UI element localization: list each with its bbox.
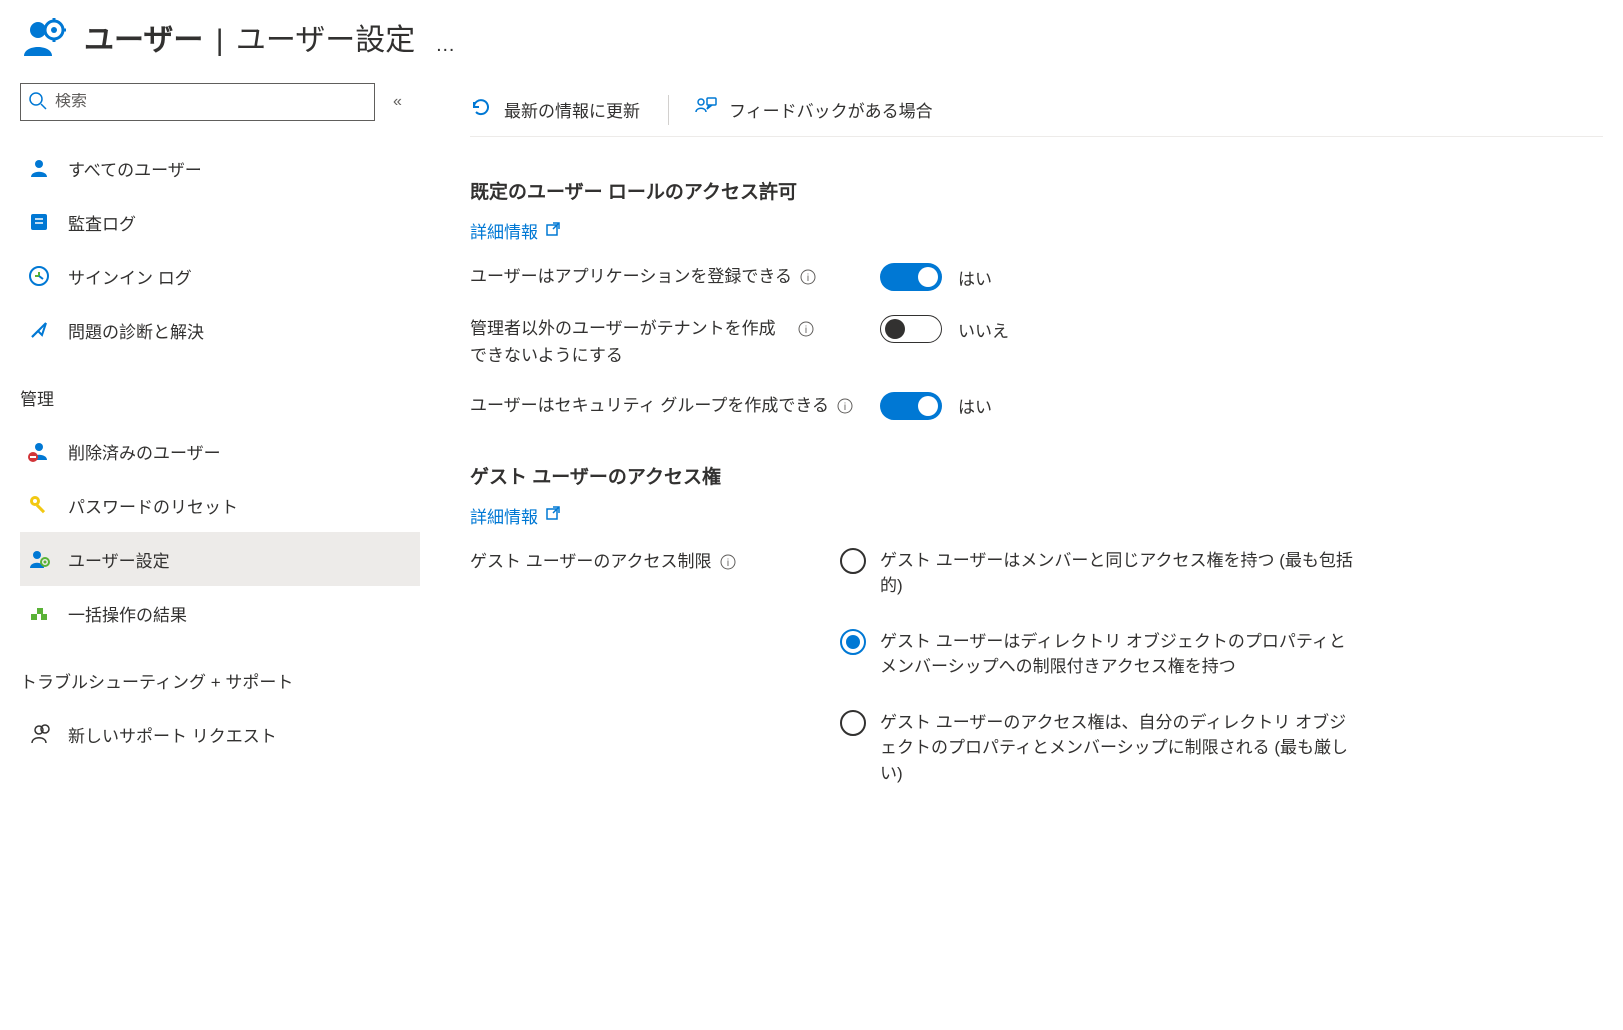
radio-option-same-as-members[interactable]: ゲスト ユーザーはメンバーと同じアクセス権を持つ (最も包括的)	[840, 548, 1360, 599]
toolbar: 最新の情報に更新 フィードバックがある場合	[470, 83, 1603, 137]
sidebar-item-label: ユーザー設定	[68, 547, 170, 572]
radio-icon	[840, 710, 866, 736]
setting-label-text: ユーザーはセキュリティ グループを作成できる	[470, 392, 829, 419]
deleted-user-icon	[26, 438, 52, 464]
setting-restrict-tenant-create: 管理者以外のユーザーがテナントを作成できないようにする i いいえ	[470, 315, 1603, 369]
setting-label-text: ユーザーはアプリケーションを登録できる	[470, 263, 792, 290]
setting-guest-access-restrictions: ゲスト ユーザーのアクセス制限 i ゲスト ユーザーはメンバーと同じアクセス権を…	[470, 548, 1603, 787]
setting-create-security-groups: ユーザーはセキュリティ グループを作成できる i はい	[470, 392, 1603, 422]
sidebar: « すべてのユーザー 監査ログ サインイン ログ 問題の診断と解決	[0, 83, 430, 808]
sidebar-item-label: 削除済みのユーザー	[68, 439, 221, 464]
toggle-restrict-tenant[interactable]	[880, 315, 942, 343]
radio-label: ゲスト ユーザーはディレクトリ オブジェクトのプロパティとメンバーシップへの制限…	[880, 629, 1360, 680]
setting-label-text: ゲスト ユーザーのアクセス制限	[470, 548, 712, 575]
learn-more-link-1[interactable]: 詳細情報	[470, 218, 560, 243]
info-icon[interactable]: i	[800, 266, 816, 293]
info-icon[interactable]: i	[837, 395, 853, 422]
refresh-button[interactable]: 最新の情報に更新	[470, 96, 640, 123]
info-icon[interactable]: i	[720, 551, 736, 578]
diagnose-icon	[26, 317, 52, 343]
sidebar-item-new-support-request[interactable]: 新しいサポート リクエスト	[20, 707, 420, 761]
feedback-button[interactable]: フィードバックがある場合	[693, 96, 933, 123]
sidebar-item-audit-logs[interactable]: 監査ログ	[20, 195, 420, 249]
key-icon	[26, 492, 52, 518]
refresh-label: 最新の情報に更新	[504, 97, 640, 122]
sidebar-group-support: トラブルシューティング + サポート	[20, 640, 420, 707]
user-icon	[26, 155, 52, 181]
external-link-icon	[546, 505, 560, 525]
info-icon[interactable]: i	[798, 318, 814, 345]
sidebar-item-label: パスワードのリセット	[68, 493, 238, 518]
toggle-value: いいえ	[958, 317, 1009, 342]
user-settings-icon	[26, 546, 52, 572]
sidebar-item-label: サインイン ログ	[68, 264, 192, 289]
search-box[interactable]	[20, 83, 375, 121]
feedback-label: フィードバックがある場合	[729, 97, 933, 122]
radio-label: ゲスト ユーザーはメンバーと同じアクセス権を持つ (最も包括的)	[880, 548, 1360, 599]
search-icon	[29, 92, 47, 113]
signin-icon	[26, 263, 52, 289]
sidebar-item-user-settings[interactable]: ユーザー設定	[20, 532, 420, 586]
refresh-icon	[470, 96, 492, 123]
page-header: ユーザー | ユーザー設定 …	[0, 0, 1623, 83]
sidebar-item-bulk-results[interactable]: 一括操作の結果	[20, 586, 420, 640]
sidebar-item-label: 一括操作の結果	[68, 601, 187, 626]
sidebar-item-label: 問題の診断と解決	[68, 318, 204, 343]
section-guest-access-title: ゲスト ユーザーのアクセス権	[470, 462, 1603, 489]
sidebar-item-deleted-users[interactable]: 削除済みのユーザー	[20, 424, 420, 478]
sidebar-item-label: すべてのユーザー	[68, 156, 202, 181]
section-default-role-title: 既定のユーザー ロールのアクセス許可	[470, 177, 1603, 204]
sidebar-item-password-reset[interactable]: パスワードのリセット	[20, 478, 420, 532]
external-link-icon	[546, 221, 560, 241]
users-icon	[20, 14, 66, 63]
toolbar-separator	[668, 95, 669, 125]
setting-register-apps: ユーザーはアプリケーションを登録できる i はい	[470, 263, 1603, 293]
radio-option-restricted[interactable]: ゲスト ユーザーのアクセス権は、自分のディレクトリ オブジェクトのプロパティとメ…	[840, 710, 1360, 787]
learn-more-link-2[interactable]: 詳細情報	[470, 503, 560, 528]
toggle-register-apps[interactable]	[880, 263, 942, 291]
feedback-icon	[693, 96, 717, 123]
toggle-security-groups[interactable]	[880, 392, 942, 420]
toggle-value: はい	[958, 393, 992, 418]
radio-icon	[840, 548, 866, 574]
search-input[interactable]	[55, 93, 366, 111]
more-button[interactable]: …	[435, 34, 457, 63]
sidebar-item-all-users[interactable]: すべてのユーザー	[20, 141, 420, 195]
support-icon	[26, 721, 52, 747]
toggle-value: はい	[958, 265, 992, 290]
radio-icon	[840, 629, 866, 655]
radio-label: ゲスト ユーザーのアクセス権は、自分のディレクトリ オブジェクトのプロパティとメ…	[880, 710, 1360, 787]
sidebar-item-label: 監査ログ	[68, 210, 136, 235]
bulk-icon	[26, 600, 52, 626]
sidebar-item-signin-logs[interactable]: サインイン ログ	[20, 249, 420, 303]
setting-label-text: 管理者以外のユーザーがテナントを作成できないようにする	[470, 315, 790, 369]
radio-option-limited-access[interactable]: ゲスト ユーザーはディレクトリ オブジェクトのプロパティとメンバーシップへの制限…	[840, 629, 1360, 680]
sidebar-group-manage: 管理	[20, 357, 420, 424]
svg-text:i: i	[807, 273, 809, 284]
guest-access-radio-group: ゲスト ユーザーはメンバーと同じアクセス権を持つ (最も包括的) ゲスト ユーザ…	[840, 548, 1360, 787]
collapse-sidebar-icon[interactable]: «	[393, 93, 402, 111]
svg-text:i: i	[805, 325, 807, 336]
log-icon	[26, 209, 52, 235]
sidebar-item-label: 新しいサポート リクエスト	[68, 722, 277, 747]
page-title: ユーザー | ユーザー設定	[84, 15, 415, 59]
main-content: 最新の情報に更新 フィードバックがある場合 既定のユーザー ロールのアクセス許可…	[430, 83, 1623, 808]
svg-text:i: i	[726, 558, 728, 569]
sidebar-item-diagnose[interactable]: 問題の診断と解決	[20, 303, 420, 357]
svg-text:i: i	[844, 402, 846, 413]
